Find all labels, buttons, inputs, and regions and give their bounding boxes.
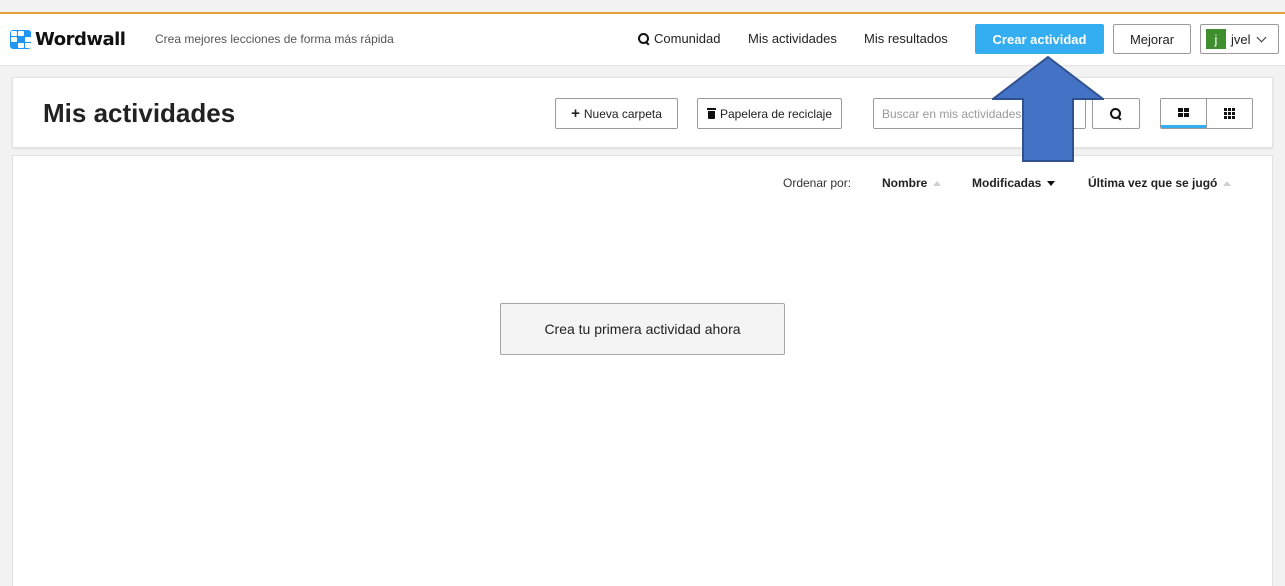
logo-text: Wordwall bbox=[35, 28, 126, 50]
trash-icon bbox=[706, 108, 716, 119]
sort-up-icon bbox=[933, 180, 942, 186]
create-activity-button[interactable]: Crear actividad bbox=[975, 24, 1104, 54]
page-title: Mis actividades bbox=[43, 98, 236, 128]
recycle-bin-button[interactable]: Papelera de reciclaje bbox=[697, 98, 842, 129]
view-toggle bbox=[1160, 98, 1253, 129]
tagline: Crea mejores lecciones de forma más rápi… bbox=[155, 32, 394, 46]
sort-by-last-played[interactable]: Última vez que se jugó bbox=[1088, 176, 1232, 190]
nav-community-label: Comunidad bbox=[654, 31, 721, 46]
new-folder-label: Nueva carpeta bbox=[583, 106, 662, 121]
sort-by-modified[interactable]: Modificadas bbox=[972, 176, 1056, 190]
large-grid-view-button[interactable] bbox=[1161, 99, 1206, 128]
chevron-down-icon bbox=[1256, 32, 1266, 42]
small-grid-view-button[interactable] bbox=[1206, 99, 1252, 128]
search-icon bbox=[638, 32, 650, 45]
wordwall-logo[interactable]: Wordwall bbox=[10, 28, 126, 50]
sort-up-icon bbox=[1223, 180, 1232, 186]
annotation-arrow-icon bbox=[992, 56, 1104, 162]
sort-by-modified-label: Modificadas bbox=[972, 176, 1042, 190]
avatar: j bbox=[1206, 29, 1226, 49]
user-menu[interactable]: j jvel bbox=[1200, 24, 1279, 54]
recycle-bin-label: Papelera de reciclaje bbox=[719, 106, 833, 121]
plus-icon: + bbox=[571, 105, 580, 122]
search-icon bbox=[1110, 107, 1122, 120]
nav-my-results-link[interactable]: Mis resultados bbox=[864, 31, 948, 46]
nav-community-link[interactable]: Comunidad bbox=[638, 31, 721, 46]
upgrade-button[interactable]: Mejorar bbox=[1113, 24, 1191, 54]
sort-by-name-label: Nombre bbox=[882, 176, 928, 190]
sort-down-icon bbox=[1047, 180, 1056, 186]
sort-label: Ordenar por: bbox=[783, 176, 852, 190]
nav-my-activities-link[interactable]: Mis actividades bbox=[748, 31, 837, 46]
sort-by-last-played-label: Última vez que se jugó bbox=[1088, 176, 1218, 190]
create-first-activity-button[interactable]: Crea tu primera actividad ahora bbox=[500, 303, 785, 355]
grid-small-icon bbox=[1224, 108, 1235, 119]
username: jvel bbox=[1231, 31, 1251, 47]
new-folder-button[interactable]: + Nueva carpeta bbox=[555, 98, 678, 129]
sort-by-name[interactable]: Nombre bbox=[882, 176, 942, 190]
grid-large-icon bbox=[1178, 107, 1189, 117]
logo-icon bbox=[10, 29, 31, 49]
activities-panel: Ordenar por: Nombre Modificadas Última v… bbox=[12, 155, 1273, 586]
